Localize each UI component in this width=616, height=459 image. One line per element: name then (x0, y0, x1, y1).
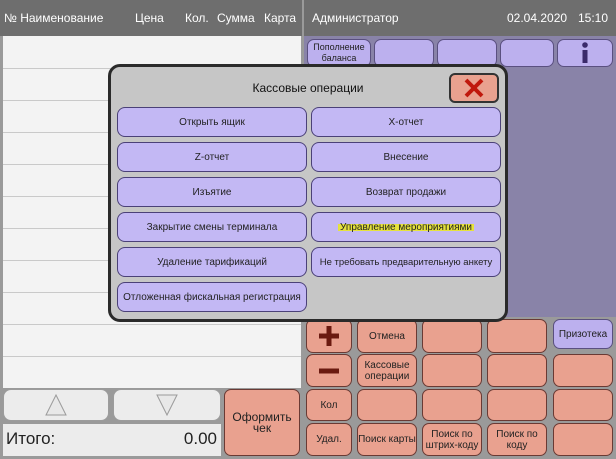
total-label: Итого: (6, 429, 56, 448)
close-button[interactable] (449, 73, 499, 103)
deposit-button[interactable]: Внесение (311, 142, 501, 172)
cancel-button[interactable]: Отмена (357, 319, 417, 353)
plus-button[interactable] (306, 319, 352, 353)
info-icon (582, 42, 588, 63)
time: 15:10 (578, 11, 609, 25)
grid-button-empty-9[interactable] (553, 389, 613, 421)
grid-button-empty-3[interactable] (422, 354, 482, 387)
down-arrow-icon (156, 394, 178, 417)
dialog-title: Кассовые операции (252, 81, 364, 95)
deferred-fiscal-registration-button[interactable]: Отложенная фискальная регистрация (117, 282, 307, 312)
top-button-3[interactable] (437, 39, 497, 67)
top-button-4[interactable] (500, 39, 554, 67)
grid-button-empty-5[interactable] (553, 354, 613, 387)
total-bar: Итого: 0.00 (3, 424, 221, 456)
delete-tariffs-button[interactable]: Удаление тарификаций (117, 247, 307, 277)
scroll-down-button[interactable] (113, 389, 221, 421)
top-button-2[interactable] (374, 39, 434, 67)
scroll-up-button[interactable] (3, 389, 109, 421)
cash-operations-button[interactable]: Кассовые операции (357, 354, 417, 387)
skip-questionnaire-button[interactable]: Не требовать предварительную анкету (311, 247, 501, 277)
card-search-button[interactable]: Поиск карты (357, 423, 417, 456)
manage-events-label: Управление мероприятиями (338, 221, 474, 233)
barcode-search-button[interactable]: Поиск по штрих-коду (422, 423, 482, 456)
sale-return-button[interactable]: Возврат продажи (311, 177, 501, 207)
grid-button-empty-10[interactable] (553, 423, 613, 456)
grid-button-empty-2[interactable] (487, 319, 547, 353)
grid-button-empty-7[interactable] (422, 389, 482, 421)
cash-operations-dialog: Кассовые операции Открыть ящик Х-отчет Z… (108, 64, 508, 322)
z-report-button[interactable]: Z-отчет (117, 142, 307, 172)
qty-column-header: Кол. (185, 11, 209, 25)
close-terminal-shift-button[interactable]: Закрытие смены терминала (117, 212, 307, 242)
qty-button[interactable]: Кол (306, 389, 352, 421)
prizoteka-button[interactable]: Призотека (553, 319, 613, 349)
grid-button-empty-1[interactable] (422, 319, 482, 353)
close-icon (464, 78, 484, 98)
manage-events-button[interactable]: Управление мероприятиями (311, 212, 501, 242)
up-arrow-icon (45, 393, 67, 416)
x-report-button[interactable]: Х-отчет (311, 107, 501, 137)
total-value: 0.00 (183, 429, 217, 448)
receipt-header: № Наименование Цена Кол. Сумма Карта (0, 0, 302, 36)
info-button[interactable] (557, 39, 613, 67)
grid-button-empty-4[interactable] (487, 354, 547, 387)
minus-button[interactable] (306, 354, 352, 387)
plus-icon (319, 326, 339, 346)
status-bar: Администратор 02.04.2020 15:10 (304, 0, 616, 36)
checkout-button[interactable]: Оформить чек (224, 389, 300, 456)
name-column-header: № Наименование (4, 11, 104, 25)
code-search-button[interactable]: Поиск по коду (487, 423, 547, 456)
grid-button-empty-8[interactable] (487, 389, 547, 421)
date: 02.04.2020 (507, 11, 568, 25)
price-column-header: Цена (135, 11, 164, 25)
open-drawer-button[interactable]: Открыть ящик (117, 107, 307, 137)
topup-balance-button[interactable]: Пополнение баланса (307, 39, 371, 67)
minus-icon (319, 368, 339, 373)
grid-button-empty-6[interactable] (357, 389, 417, 421)
user-name: Администратор (312, 11, 399, 25)
withdrawal-button[interactable]: Изъятие (117, 177, 307, 207)
delete-button[interactable]: Удал. (306, 423, 352, 456)
card-column-header: Карта (264, 11, 297, 25)
sum-column-header: Сумма (217, 11, 255, 25)
